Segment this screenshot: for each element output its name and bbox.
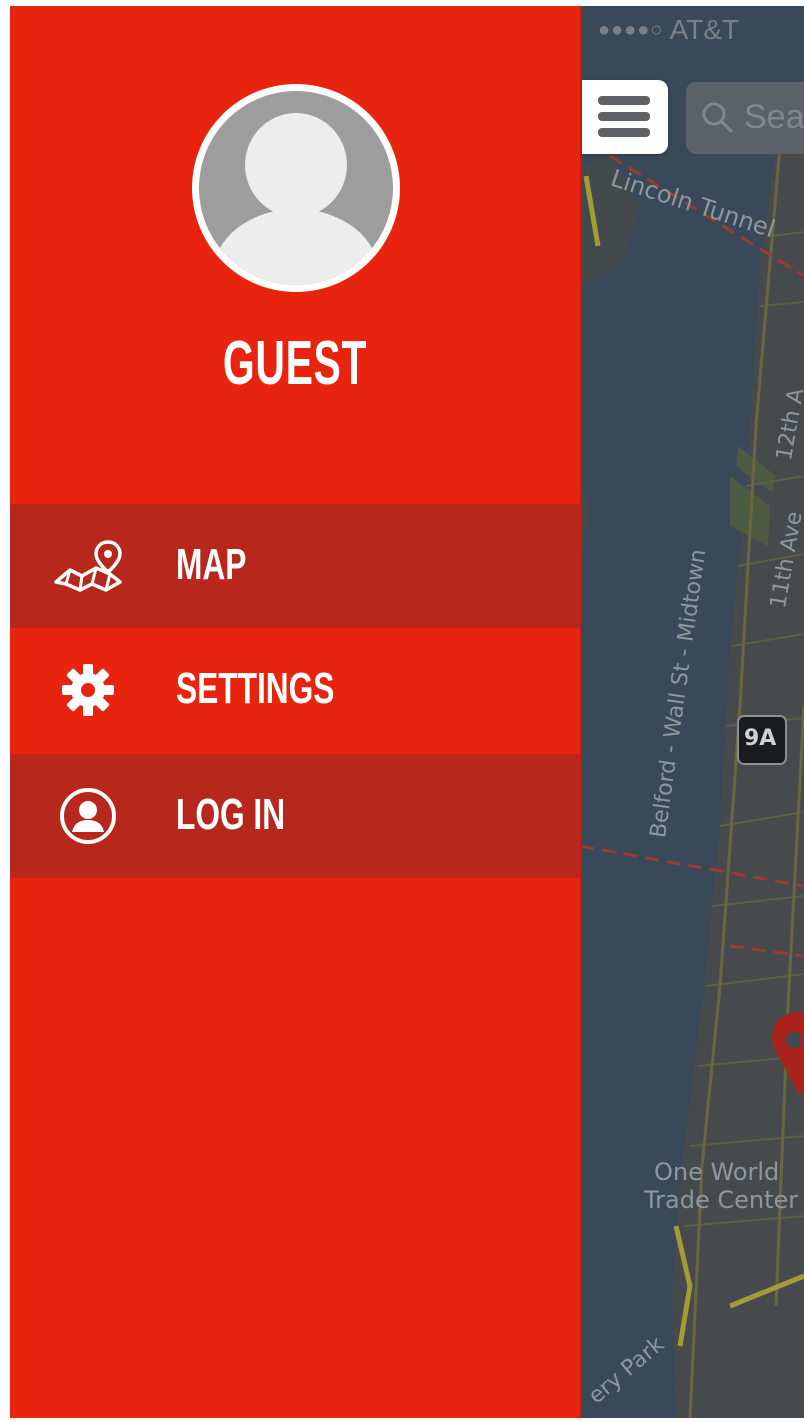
hamburger-menu-button[interactable] <box>580 80 668 154</box>
nav-item-label: LOG IN <box>176 790 286 839</box>
avatar-placeholder-icon <box>199 91 393 285</box>
search-placeholder: Sea <box>744 98 804 136</box>
signal-strength-icon: ●●●●○ <box>598 19 664 41</box>
gear-icon <box>62 664 114 716</box>
map-label-world-trade-2: Trade Center <box>644 1186 799 1214</box>
route-9a-badge: 9A <box>744 726 777 751</box>
search-icon <box>702 102 734 134</box>
nav-item-settings[interactable]: SETTINGS <box>10 628 580 752</box>
map-search-input[interactable]: Sea <box>686 82 804 154</box>
nav-item-map[interactable]: MAP <box>10 504 580 628</box>
user-name: GUEST <box>222 329 368 398</box>
nav-item-label: MAP <box>176 540 247 589</box>
hamburger-icon <box>598 96 650 105</box>
map-label-world-trade-1: One World <box>654 1158 780 1186</box>
nav-item-label: SETTINGS <box>176 664 335 713</box>
user-circle-icon <box>60 788 116 844</box>
map-view[interactable]: ●●●●○ AT&T Lincoln Tunnel Belford - Wall… <box>580 6 804 1418</box>
nav-item-login[interactable]: LOG IN <box>10 754 580 878</box>
map-pin-icon <box>54 540 122 592</box>
app-screen: ●●●●○ AT&T Lincoln Tunnel Belford - Wall… <box>0 0 804 1421</box>
avatar[interactable] <box>192 84 400 292</box>
side-drawer: GUEST MAP SETTINGS LOG IN <box>10 6 580 1418</box>
status-bar-carrier: ●●●●○ AT&T <box>598 14 739 46</box>
carrier-name: AT&T <box>669 14 740 45</box>
drawer-divider <box>580 6 582 1418</box>
